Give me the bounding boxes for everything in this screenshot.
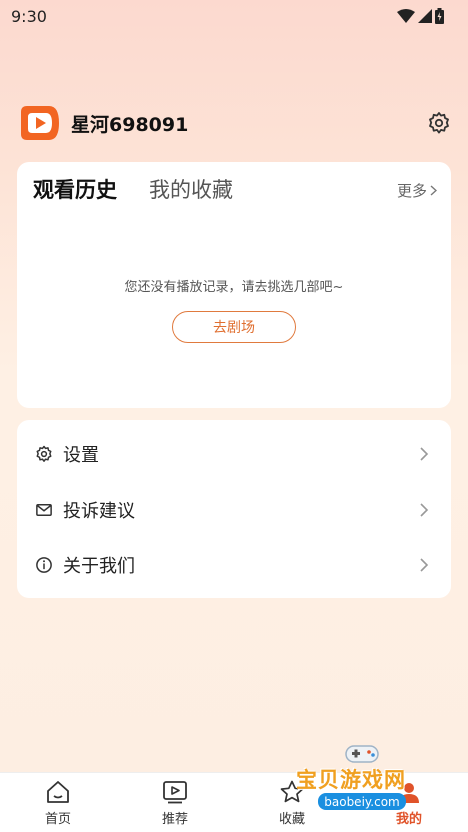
home-icon <box>47 781 69 803</box>
menu-item-settings[interactable]: 设置 <box>17 426 451 482</box>
settings-gear-icon[interactable] <box>427 111 451 135</box>
gear-icon <box>36 445 52 462</box>
nav-item-recommend[interactable]: 推荐 <box>145 779 205 829</box>
nav-label-home: 首页 <box>44 812 71 827</box>
chevron-right-icon <box>430 185 437 196</box>
go-theater-button[interactable]: 去剧场 <box>172 311 296 343</box>
tab-watch-history[interactable]: 观看历史 <box>33 174 117 204</box>
more-label: 更多 <box>396 182 427 200</box>
watermark: 宝贝游戏网 baobeiy.com <box>292 742 432 828</box>
nav-label-recommend: 推荐 <box>161 812 188 827</box>
history-tabs: 观看历史 我的收藏 <box>33 174 233 204</box>
empty-history-message: 您还没有播放记录，请去挑选几部吧~ <box>124 280 344 295</box>
game-controller-icon <box>345 745 379 763</box>
menu-item-feedback[interactable]: 投诉建议 <box>17 482 451 538</box>
play-screen-icon <box>163 781 187 804</box>
history-card: 观看历史 我的收藏 更多 您还没有播放记录，请去挑选几部吧~ 去剧场 <box>17 162 451 408</box>
mail-icon <box>36 504 52 516</box>
status-icons <box>397 8 444 24</box>
chevron-right-icon <box>420 558 429 572</box>
profile-header: 星河698091 <box>19 102 451 144</box>
tab-my-favorites[interactable]: 我的收藏 <box>149 174 233 204</box>
watermark-text: 宝贝游戏网 <box>296 768 406 792</box>
chevron-right-icon <box>420 447 429 461</box>
battery-icon <box>435 8 444 24</box>
info-icon <box>36 557 52 573</box>
username: 星河698091 <box>71 113 189 136</box>
signal-icon <box>418 9 432 23</box>
settings-menu-card: 设置 投诉建议 关于我们 <box>17 420 451 598</box>
status-bar: 9:30 <box>0 0 468 32</box>
nav-item-home[interactable]: 首页 <box>28 779 88 829</box>
wifi-icon <box>397 9 415 23</box>
menu-item-about[interactable]: 关于我们 <box>17 537 451 593</box>
menu-label-feedback: 投诉建议 <box>63 501 135 522</box>
menu-label-about: 关于我们 <box>63 556 135 577</box>
app-logo-icon <box>21 106 59 140</box>
chevron-right-icon <box>420 503 429 517</box>
menu-label-settings: 设置 <box>63 445 99 466</box>
watermark-url: baobeiy.com <box>318 793 406 810</box>
more-link[interactable]: 更多 <box>397 180 437 201</box>
status-time: 9:30 <box>11 6 47 26</box>
